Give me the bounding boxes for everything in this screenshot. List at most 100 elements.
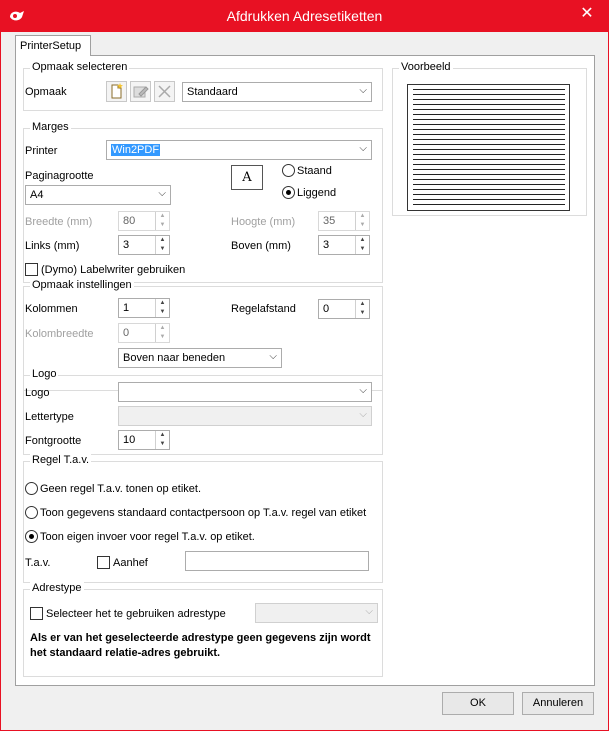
richting-select-value: Boven naar beneden (123, 352, 226, 364)
kolommen-label: Kolommen (25, 303, 78, 315)
chevron-down-icon: ⌵ (158, 188, 166, 199)
paginagrootte-select[interactable]: A4 ⌵ (25, 185, 171, 205)
paginagrootte-label: Paginagrootte (25, 170, 94, 182)
spin-up-icon: ▲ (159, 300, 166, 306)
links-spinner-buttons[interactable]: ▲ ▼ (155, 236, 169, 254)
breedte-label: Breedte (mm) (25, 216, 93, 228)
tav-option1-radio[interactable] (25, 482, 38, 495)
aanhef-label: Aanhef (113, 557, 148, 569)
tab-panel: Opmaak selecteren Opmaak Standaard ⌵ Mar… (15, 55, 595, 686)
kolombreedte-spinner[interactable]: 0 ▲ ▼ (118, 323, 170, 343)
regel-tav-title: Regel T.a.v. (30, 454, 92, 466)
regel-tav-group: Regel T.a.v. Geen regel T.a.v. tonen op … (23, 454, 383, 583)
edit-layout-button[interactable] (130, 81, 151, 102)
spin-up-icon: ▲ (359, 213, 366, 219)
staand-radio[interactable] (282, 164, 295, 177)
regelafstand-value: 0 (323, 303, 330, 315)
new-document-icon (111, 83, 123, 99)
title-bar[interactable]: Afdrukken Adresetiketten ✕ (1, 1, 608, 32)
adrestype-select[interactable]: ⌵ (255, 603, 378, 623)
close-button[interactable]: ✕ (572, 2, 602, 24)
tab-printersetup[interactable]: PrinterSetup (15, 35, 91, 56)
chevron-down-icon: ⌵ (365, 606, 373, 617)
delete-icon (158, 85, 171, 98)
hoogte-value: 35 (323, 215, 336, 227)
logo-label: Logo (25, 387, 50, 399)
liggend-radio[interactable] (282, 186, 295, 199)
chevron-down-icon: ⌵ (359, 143, 367, 154)
hoogte-spinner[interactable]: 35 ▲ ▼ (318, 211, 370, 231)
chevron-down-icon: ⌵ (359, 385, 367, 396)
regelafstand-spinner-buttons[interactable]: ▲ ▼ (355, 300, 369, 318)
delete-layout-button[interactable] (154, 81, 175, 102)
spin-down-icon: ▼ (159, 441, 166, 447)
opmaak-instellingen-title: Opmaak instellingen (30, 279, 134, 291)
label-preview-lines (413, 89, 565, 206)
dymo-label: (Dymo) Labelwriter gebruiken (41, 264, 186, 276)
opmaak-select-value: Standaard (187, 86, 238, 98)
logo-select[interactable]: ⌵ (118, 382, 372, 402)
dialog-body: PrinterSetup Opmaak selecteren Opmaak St… (7, 32, 602, 726)
spin-down-icon: ▼ (359, 246, 366, 252)
spin-up-icon: ▲ (359, 237, 366, 243)
aanhef-checkbox[interactable] (97, 556, 110, 569)
spin-up-icon: ▲ (159, 325, 166, 331)
breedte-spinner[interactable]: 80 ▲ ▼ (118, 211, 170, 231)
kolombreedte-label: Kolombreedte (25, 328, 94, 340)
adrestype-checkbox-label: Selecteer het te gebruiken adrestype (46, 608, 226, 620)
fontgrootte-spinner[interactable]: 10 ▲ ▼ (118, 430, 170, 450)
spin-up-icon: ▲ (159, 237, 166, 243)
label-preview (407, 84, 570, 211)
tav-input[interactable] (185, 551, 369, 571)
boven-spinner-buttons[interactable]: ▲ ▼ (355, 236, 369, 254)
tav-option2-radio[interactable] (25, 506, 38, 519)
ok-button[interactable]: OK (442, 692, 514, 715)
logo-title: Logo (30, 368, 59, 380)
spin-down-icon: ▼ (159, 222, 166, 228)
logo-group: Logo Logo ⌵ Lettertype ⌵ Fontgrootte 10 … (23, 368, 383, 455)
chevron-down-icon: ⌵ (269, 351, 277, 362)
boven-spinner[interactable]: 3 ▲ ▼ (318, 235, 370, 255)
chevron-down-icon: ⌵ (359, 409, 367, 420)
tav-option3-label: Toon eigen invoer voor regel T.a.v. op e… (40, 531, 255, 543)
tav-label: T.a.v. (25, 557, 51, 569)
breedte-spinner-buttons[interactable]: ▲ ▼ (155, 212, 169, 230)
richting-select[interactable]: Boven naar beneden ⌵ (118, 348, 282, 368)
page-orientation-icon: A (231, 165, 263, 190)
links-label: Links (mm) (25, 240, 80, 252)
hoogte-label: Hoogte (mm) (231, 216, 296, 228)
new-layout-button[interactable] (106, 81, 127, 102)
spin-down-icon: ▼ (159, 309, 166, 315)
spin-up-icon: ▲ (159, 432, 166, 438)
adrestype-title: Adrestype (30, 582, 84, 594)
adrestype-checkbox[interactable] (30, 607, 43, 620)
printer-select[interactable]: Win2PDF ⌵ (106, 140, 372, 160)
spin-down-icon: ▼ (159, 246, 166, 252)
breedte-value: 80 (123, 215, 136, 227)
annuleren-button[interactable]: Annuleren (522, 692, 594, 715)
kolommen-spinner[interactable]: 1 ▲ ▼ (118, 298, 170, 318)
paginagrootte-select-value: A4 (30, 189, 44, 201)
links-spinner[interactable]: 3 ▲ ▼ (118, 235, 170, 255)
fontgrootte-spinner-buttons[interactable]: ▲ ▼ (155, 431, 169, 449)
spin-up-icon: ▲ (159, 213, 166, 219)
tav-option1-label: Geen regel T.a.v. tonen op etiket. (40, 483, 202, 495)
kolombreedte-spinner-buttons[interactable]: ▲ ▼ (155, 324, 169, 342)
lettertype-select[interactable]: ⌵ (118, 406, 372, 426)
regelafstand-spinner[interactable]: 0 ▲ ▼ (318, 299, 370, 319)
printer-label: Printer (25, 145, 58, 157)
kolombreedte-value: 0 (123, 327, 130, 339)
boven-label: Boven (mm) (231, 240, 291, 252)
printer-select-value: Win2PDF (111, 144, 161, 156)
dymo-checkbox[interactable] (25, 263, 38, 276)
lettertype-label: Lettertype (25, 411, 74, 423)
chevron-down-icon: ⌵ (359, 85, 367, 96)
adrestype-note: Als er van het geselecteerde adrestype g… (30, 632, 371, 659)
spin-up-icon: ▲ (359, 301, 366, 307)
regelafstand-label: Regelafstand (231, 303, 296, 315)
opmaak-select[interactable]: Standaard ⌵ (182, 82, 372, 102)
spin-down-icon: ▼ (359, 222, 366, 228)
hoogte-spinner-buttons[interactable]: ▲ ▼ (355, 212, 369, 230)
kolommen-spinner-buttons[interactable]: ▲ ▼ (155, 299, 169, 317)
tav-option3-radio[interactable] (25, 530, 38, 543)
